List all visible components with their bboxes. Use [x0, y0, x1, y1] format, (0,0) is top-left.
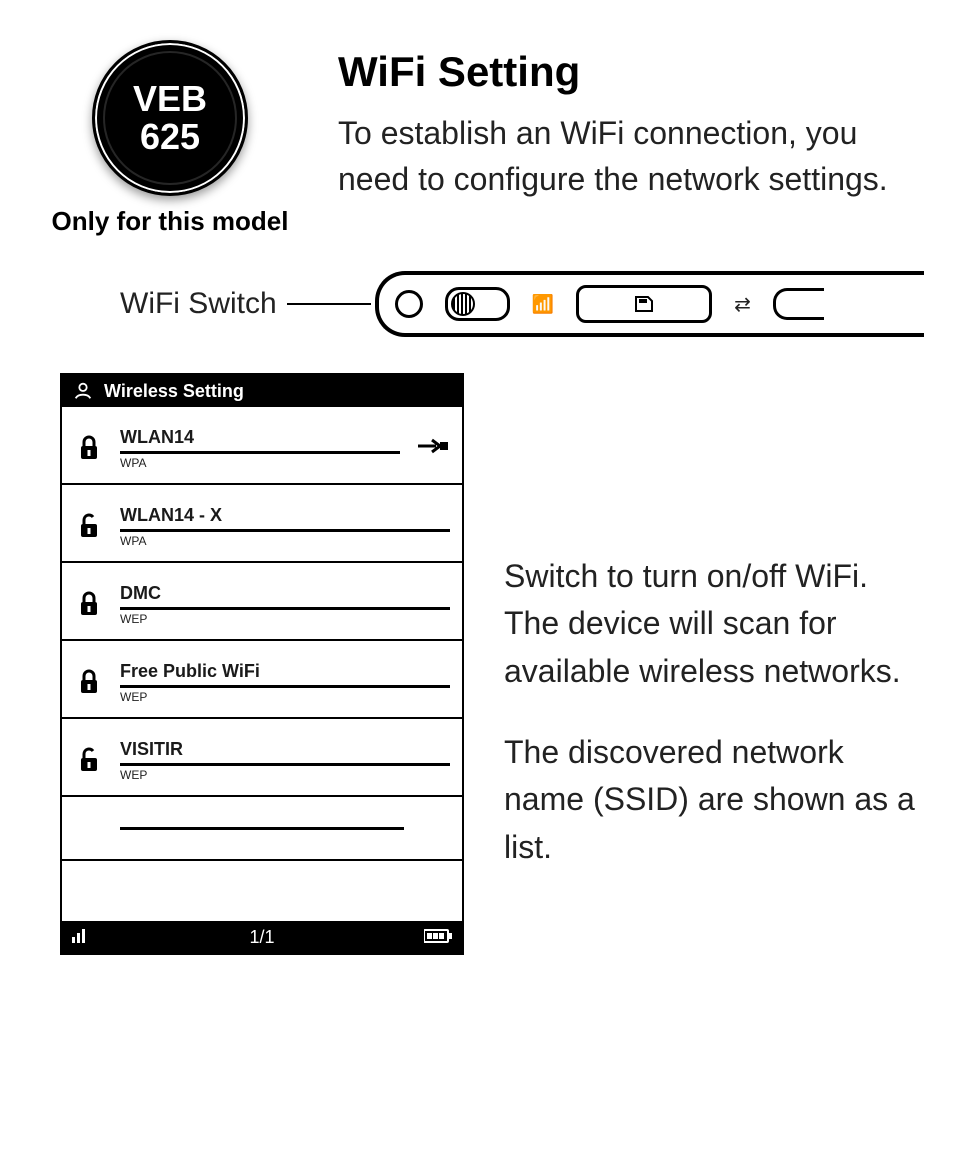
- badge-line2: 625: [140, 116, 200, 157]
- ssid-label: DMC: [120, 583, 450, 610]
- screen-header-title: Wireless Setting: [104, 381, 244, 402]
- ssid-label: WLAN14: [120, 427, 400, 454]
- encryption-label: WPA: [120, 454, 400, 470]
- body-paragraph-2: The discovered network name (SSID) are s…: [504, 729, 924, 871]
- lock-icon: [74, 434, 104, 462]
- network-row[interactable]: WLAN14 WPA: [62, 407, 462, 485]
- battery-icon: [424, 927, 452, 948]
- sd-slot-icon: [576, 285, 712, 323]
- screen-header: Wireless Setting: [62, 375, 462, 407]
- signal-icon: [72, 927, 92, 948]
- encryption-label: WEP: [120, 766, 450, 782]
- badge-caption: Only for this model: [30, 206, 310, 237]
- wireless-setting-icon: [72, 380, 94, 402]
- intro-text: To establish an WiFi connection, you nee…: [338, 110, 924, 203]
- screen-footer: 1/1: [62, 921, 462, 953]
- network-row[interactable]: WLAN14 - X WPA: [62, 485, 462, 563]
- body-paragraph-1: Switch to turn on/off WiFi. The device w…: [504, 553, 924, 695]
- usb-port-icon: [773, 288, 824, 320]
- model-badge: VEB 625: [92, 40, 248, 196]
- lock-icon: [74, 590, 104, 618]
- encryption-label: WEP: [120, 688, 450, 704]
- network-row[interactable]: Free Public WiFi WEP: [62, 641, 462, 719]
- encryption-label: WPA: [120, 532, 450, 548]
- page-indicator: 1/1: [249, 927, 274, 948]
- lanyard-hole-icon: [395, 290, 423, 318]
- network-row[interactable]: DMC WEP: [62, 563, 462, 641]
- network-row-blank: [62, 861, 462, 921]
- model-badge-text: VEB 625: [133, 80, 207, 156]
- page-title: WiFi Setting: [338, 48, 924, 96]
- device-screen: Wireless Setting WLAN14 WPA: [60, 373, 464, 955]
- wifi-switch-icon: [445, 287, 510, 321]
- network-row-empty: [62, 797, 462, 861]
- ssid-label: VISITIR: [120, 739, 450, 766]
- wifi-switch-diagram: WiFi Switch 📶 ⇄: [120, 271, 924, 337]
- leader-line: [287, 303, 371, 305]
- pointing-hand-icon: [416, 435, 450, 462]
- badge-line1: VEB: [133, 78, 207, 119]
- usb-icon: ⇄: [734, 292, 751, 317]
- wifi-switch-label: WiFi Switch: [120, 287, 277, 321]
- ssid-label: Free Public WiFi: [120, 661, 450, 688]
- network-list: WLAN14 WPA WLAN14 - X WPA: [62, 407, 462, 921]
- ssid-label: WLAN14 - X: [120, 505, 450, 532]
- unlock-icon: [74, 746, 104, 774]
- encryption-label: WEP: [120, 610, 450, 626]
- unlock-icon: [74, 512, 104, 540]
- lock-icon: [74, 668, 104, 696]
- network-row[interactable]: VISITIR WEP: [62, 719, 462, 797]
- wifi-icon: 📶: [532, 294, 554, 315]
- device-side-outline: 📶 ⇄: [375, 271, 924, 337]
